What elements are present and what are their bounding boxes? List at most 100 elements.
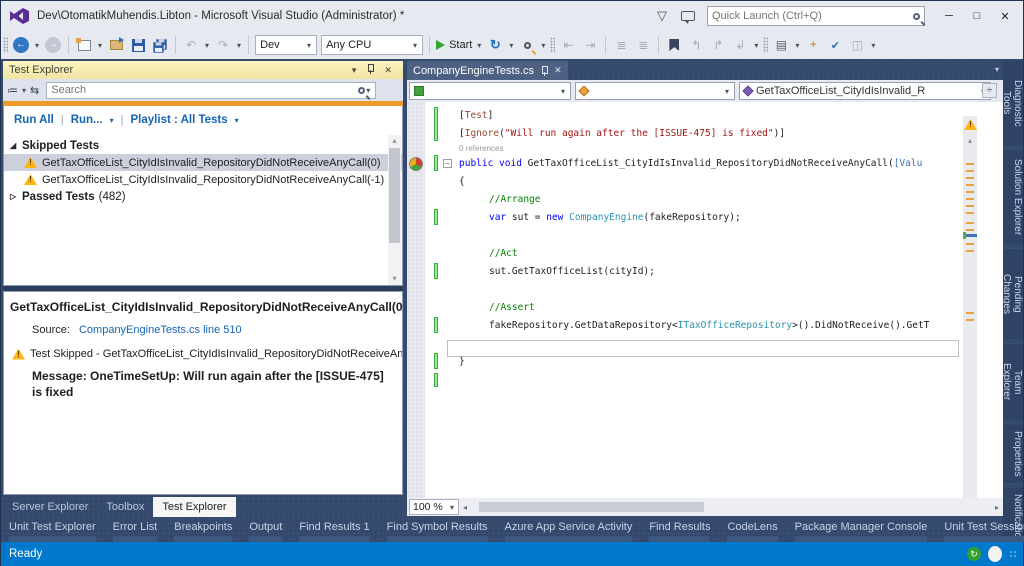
playlist-link[interactable]: Playlist : All Tests [131, 114, 228, 126]
close-button[interactable]: ✕ [991, 3, 1019, 29]
tab-team-explorer[interactable]: Team Explorer [1003, 344, 1023, 420]
tab-package-manager-console[interactable]: Package Manager Console [795, 521, 928, 542]
tab-unit-test-explorer[interactable]: Unit Test Explorer [9, 521, 96, 542]
group-by-icon[interactable]: ≔ [7, 84, 18, 97]
redo-caret[interactable]: ▾ [236, 41, 242, 50]
tab-azure-app-service-activity[interactable]: Azure App Service Activity [505, 521, 633, 542]
start-debugging-button[interactable]: Start [436, 34, 472, 56]
playlist-icon[interactable]: ⇆ [30, 84, 39, 97]
comment-out-icon[interactable]: ≣ [612, 34, 630, 56]
navigate-backward-button[interactable]: ← [13, 37, 29, 53]
tab-server-explorer[interactable]: Server Explorer [3, 497, 97, 517]
scroll-up-icon[interactable]: ▴ [963, 136, 977, 145]
publish-status-icon[interactable]: ↻ [967, 547, 981, 561]
scroll-thumb[interactable] [479, 502, 704, 512]
scroll-up-icon[interactable]: ▴ [388, 135, 401, 147]
new-project-button[interactable] [78, 40, 91, 51]
solution-platform-combo[interactable]: Any CPU ▾ [321, 35, 423, 55]
navigate-backward-caret[interactable]: ▾ [34, 41, 40, 50]
run-all-link[interactable]: Run All [14, 114, 54, 126]
close-document-icon[interactable]: ✕ [554, 65, 562, 76]
minimize-button[interactable]: ─ [935, 3, 963, 29]
scroll-thumb[interactable] [389, 148, 400, 243]
split-window-widget[interactable]: ÷ [982, 83, 997, 98]
tab-breakpoints[interactable]: Breakpoints [174, 521, 232, 542]
zoom-combo[interactable]: 100 % ▾ [409, 499, 459, 515]
source-link[interactable]: CompanyEngineTests.cs line 510 [79, 324, 242, 336]
scroll-down-icon[interactable]: ▾ [388, 273, 401, 285]
add-new-item-icon[interactable]: + [804, 34, 822, 56]
code-editor[interactable]: − [Test] [Ignore("Will run again after t… [407, 102, 1003, 498]
type-dropdown[interactable]: ▾ [575, 82, 735, 100]
error-list-caret[interactable]: ▾ [794, 41, 800, 50]
tab-find-results[interactable]: Find Results [649, 521, 710, 542]
pin-icon[interactable] [361, 64, 379, 76]
tab-unit-test-sessions[interactable]: Unit Test Sessions [944, 521, 1024, 542]
toggle-bookmark-icon[interactable] [669, 39, 679, 51]
unit-test-status-icon[interactable] [409, 157, 423, 171]
tab-test-explorer[interactable]: Test Explorer [153, 497, 235, 517]
horizontal-scrollbar[interactable] [471, 500, 991, 514]
run-menu-link[interactable]: Run... [71, 114, 103, 126]
decrease-indent-icon[interactable]: ⇤ [559, 34, 577, 56]
feedback-icon[interactable] [681, 11, 695, 21]
close-panel-icon[interactable]: ✕ [379, 65, 397, 76]
refresh-caret[interactable]: ▾ [508, 41, 514, 50]
solution-configuration-combo[interactable]: Dev ▾ [255, 35, 317, 55]
extension-manager-icon[interactable]: ◫ [848, 34, 866, 56]
editor-scrollbar[interactable]: ! ▴ [963, 116, 977, 498]
increase-indent-icon[interactable]: ⇥ [581, 34, 599, 56]
tab-output[interactable]: Output [249, 521, 282, 542]
undo-button[interactable]: ↶ [182, 34, 200, 56]
quick-launch-input[interactable] [712, 10, 913, 22]
save-all-button[interactable] [152, 38, 168, 53]
pin-icon[interactable] [540, 66, 548, 76]
tab-find-results-1[interactable]: Find Results 1 [299, 521, 369, 542]
expander-collapsed-icon[interactable]: ▷ [10, 192, 22, 201]
test-search-box[interactable]: ▾ [46, 82, 376, 99]
toolbar-overflow-caret[interactable]: ▾ [870, 41, 876, 50]
tab-solution-explorer[interactable]: Solution Explorer [1003, 150, 1023, 244]
open-file-button[interactable] [110, 40, 123, 50]
tab-diagnostic-tools[interactable]: Diagnostic Tools [1003, 61, 1023, 145]
next-bookmark-icon[interactable]: ↱ [709, 34, 727, 56]
member-dropdown[interactable]: GetTaxOfficeList_CityIdIsInvalid_R ▾ [739, 82, 991, 100]
navigate-forward-button[interactable]: → [45, 37, 61, 53]
toolbar-grip[interactable] [3, 37, 8, 53]
uncomment-icon[interactable]: ≣ [634, 34, 652, 56]
scroll-thumb[interactable] [963, 234, 977, 237]
tab-list-caret[interactable]: ▾ [995, 65, 999, 74]
document-tab-active[interactable]: CompanyEngineTests.cs ✕ [407, 61, 568, 80]
toolbar-grip[interactable] [550, 37, 555, 53]
tree-scrollbar[interactable]: ▴ ▾ [388, 135, 401, 285]
tab-pending-changes[interactable]: Pending Changes [1003, 249, 1023, 339]
tree-group-passed[interactable]: ▷ Passed Tests (482) [4, 188, 402, 205]
maximize-button[interactable]: □ [963, 3, 991, 29]
tab-find-symbol-results[interactable]: Find Symbol Results [387, 521, 488, 542]
test-row[interactable]: ! GetTaxOfficeList_CityIdIsInvalid_Repos… [4, 154, 402, 171]
window-position-caret[interactable]: ▾ [347, 65, 362, 76]
quick-launch-box[interactable] [707, 6, 925, 26]
test-row[interactable]: ! GetTaxOfficeList_CityIdIsInvalid_Repos… [4, 171, 402, 188]
user-avatar[interactable] [988, 546, 1002, 562]
start-caret[interactable]: ▾ [476, 41, 482, 50]
tab-error-list[interactable]: Error List [113, 521, 158, 542]
playlist-caret[interactable]: ▾ [235, 116, 239, 125]
refresh-button[interactable]: ↻ [486, 34, 504, 56]
redo-button[interactable]: ↷ [214, 34, 232, 56]
send-a-frown-icon[interactable]: ▽ [657, 8, 667, 24]
hscroll-right-icon[interactable]: ▸ [991, 503, 1003, 512]
error-list-icon[interactable]: ▤ [772, 34, 790, 56]
previous-bookmark-icon[interactable]: ↰ [687, 34, 705, 56]
tab-toolbox[interactable]: Toolbox [97, 497, 153, 517]
toolbar-overflow-caret[interactable]: ▾ [753, 41, 759, 50]
resize-grip[interactable] [1009, 550, 1017, 558]
search-caret[interactable]: ▾ [365, 86, 371, 95]
run-menu-caret[interactable]: ▾ [110, 116, 114, 125]
test-explorer-title-bar[interactable]: Test Explorer ▾ ✕ [3, 61, 403, 79]
new-project-caret[interactable]: ▾ [97, 41, 103, 50]
test-search-input[interactable] [51, 84, 358, 96]
codelens-references[interactable]: 0 references [451, 143, 963, 155]
task-list-icon[interactable]: ✔ [826, 34, 844, 56]
expander-expanded-icon[interactable]: ◢ [10, 141, 22, 150]
